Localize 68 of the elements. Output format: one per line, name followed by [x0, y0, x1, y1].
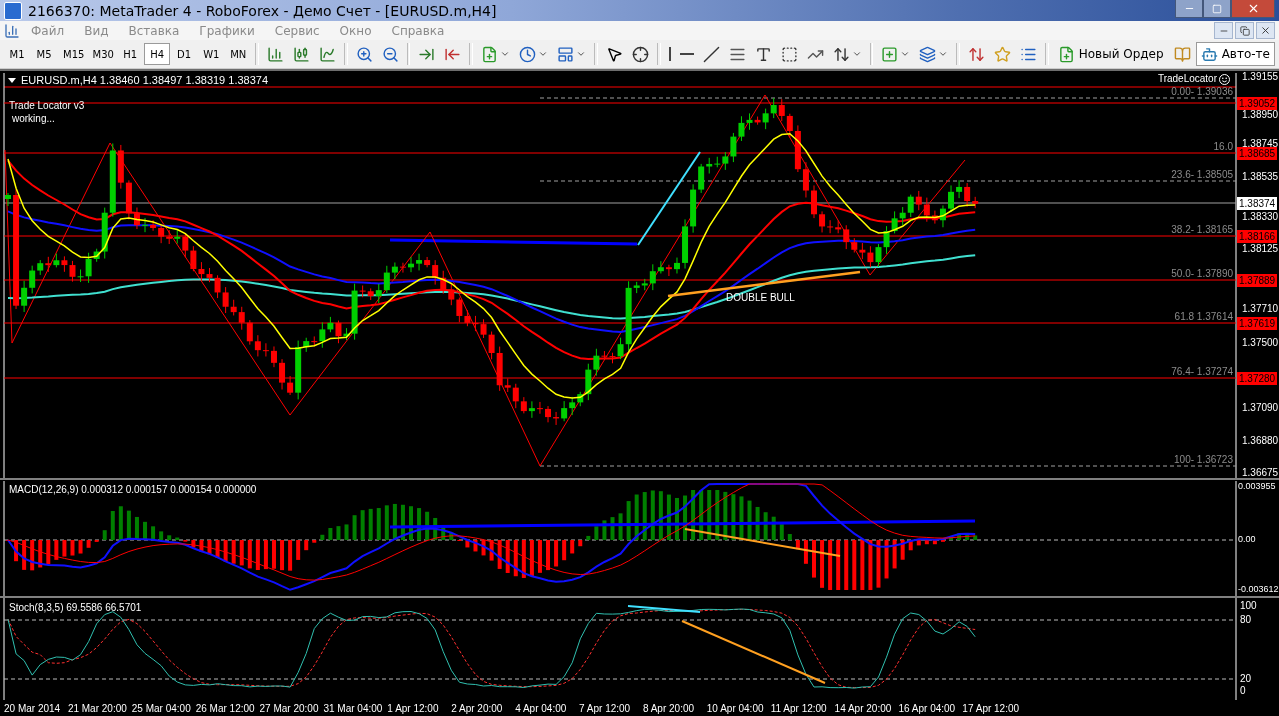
time-axis-label: 11 Apr 12:00: [770, 702, 828, 714]
time-axis-label: 1 Apr 12:00: [387, 702, 440, 714]
price-axis-label: 1.38125: [1242, 244, 1279, 254]
time-axis-label: 31 Mar 04:00: [323, 702, 384, 714]
price-axis-label: 1.38535: [1242, 172, 1279, 182]
price-tag: 1.39052: [1237, 97, 1278, 110]
fibonacci-level-label: 100- 1.36723: [1174, 455, 1233, 465]
price-axis-label: 1.38950: [1242, 110, 1279, 120]
price-tag: 1.38685: [1237, 147, 1278, 160]
fibonacci-level-label: 76.4- 1.37274: [1171, 367, 1233, 377]
price-axis-label: 1.38745: [1242, 139, 1279, 149]
time-axis-label: 8 Apr 20:00: [642, 702, 696, 714]
time-axis-label: 17 Apr 12:00: [962, 702, 1021, 714]
price-axis-label: 1.37500: [1242, 338, 1279, 348]
timeframe-button[interactable]: M1: [4, 43, 30, 66]
price-tag: 1.37280: [1237, 372, 1278, 385]
timeframe-button[interactable]: H1: [117, 43, 144, 66]
time-axis-label: 26 Mar 12:00: [195, 702, 256, 714]
price-axis-label: 1.37710: [1242, 304, 1279, 314]
price-tag: 1.38374: [1237, 197, 1278, 210]
time-axis-label: 16 Apr 04:00: [898, 702, 957, 714]
time-axis-label: 21 Mar 20:00: [67, 702, 128, 714]
price-tag: 1.37889: [1237, 274, 1278, 287]
price-tag: 1.37619: [1237, 317, 1278, 330]
time-axis-label: 27 Mar 20:00: [259, 702, 320, 714]
timeframe-button[interactable]: D1: [171, 43, 198, 66]
macd-axis-label: 0.00: [1238, 535, 1256, 544]
price-tag: 1.38166: [1237, 230, 1278, 243]
window-title: 2166370: MetaTrader 4 - RoboForex - Демо Счет - [EURUSD.m,H4]: [28, 2, 497, 19]
price-axis-label: 1.36675: [1242, 468, 1279, 478]
fibonacci-level-label: 50.0- 1.37890: [1171, 269, 1233, 279]
fibonacci-level-label: 16.0: [1213, 142, 1233, 152]
indicator-label: TradeLocator: [1157, 74, 1217, 84]
pattern-label: DOUBLE BULL: [726, 293, 795, 303]
timeframe-button[interactable]: M30: [87, 43, 117, 66]
timeframe-button[interactable]: MN: [225, 43, 252, 66]
stochastic-axis-label: 20: [1240, 674, 1252, 684]
time-axis-label: 25 Mar 04:00: [131, 702, 192, 714]
auto-trading-button[interactable]: Авто-те: [1195, 42, 1275, 67]
new-order-button[interactable]: Новый Ордер: [1052, 42, 1169, 67]
time-axis-label: 20 Mar 2014: [4, 702, 62, 714]
chart-header: EURUSD.m,H4 1.38460 1.38497 1.38319 1.38374: [21, 75, 269, 86]
timeframe-button[interactable]: H4: [144, 43, 171, 66]
time-axis-label: 10 Apr 04:00: [706, 702, 765, 714]
stochastic-axis-label: 100: [1240, 601, 1257, 611]
timeframe-button[interactable]: M5: [31, 43, 57, 66]
macd-axis-label: -0.003612: [1238, 585, 1279, 594]
indicator-name: Trade Locator v3: [9, 101, 85, 111]
stochastic-axis-label: 80: [1240, 615, 1252, 625]
fibonacci-level-label: 0.00- 1.39036: [1171, 87, 1233, 97]
time-axis-label: 14 Apr 20:00: [834, 702, 893, 714]
fibonacci-level-label: 61.8 1.37614: [1174, 312, 1233, 322]
timeframe-button[interactable]: W1: [198, 43, 225, 66]
indicator-name: Stoch(8,3,5) 69.5586 66.5701: [9, 603, 142, 613]
price-axis-label: 1.36880: [1242, 436, 1279, 446]
stochastic-axis-label: 0: [1240, 686, 1246, 696]
indicator-name: MACD(12,26,9) 0.000312 0.000157 0.000154 0.000000: [9, 485, 257, 495]
indicator-status: working...: [12, 114, 55, 124]
time-axis-label: 2 Apr 20:00: [451, 702, 504, 714]
time-axis-label: 7 Apr 12:00: [579, 702, 632, 714]
price-axis-label: 1.37090: [1242, 403, 1279, 413]
timeframe-button[interactable]: M15: [58, 43, 87, 66]
fibonacci-level-label: 23.6- 1.38505: [1171, 170, 1233, 180]
time-axis-label: 4 Apr 04:00: [515, 702, 568, 714]
macd-axis-label: 0.003955: [1238, 482, 1276, 491]
price-axis-label: 1.38330: [1242, 212, 1279, 222]
price-axis-label: 1.39155: [1242, 72, 1279, 82]
fibonacci-level-label: 38.2- 1.38165: [1171, 225, 1233, 235]
